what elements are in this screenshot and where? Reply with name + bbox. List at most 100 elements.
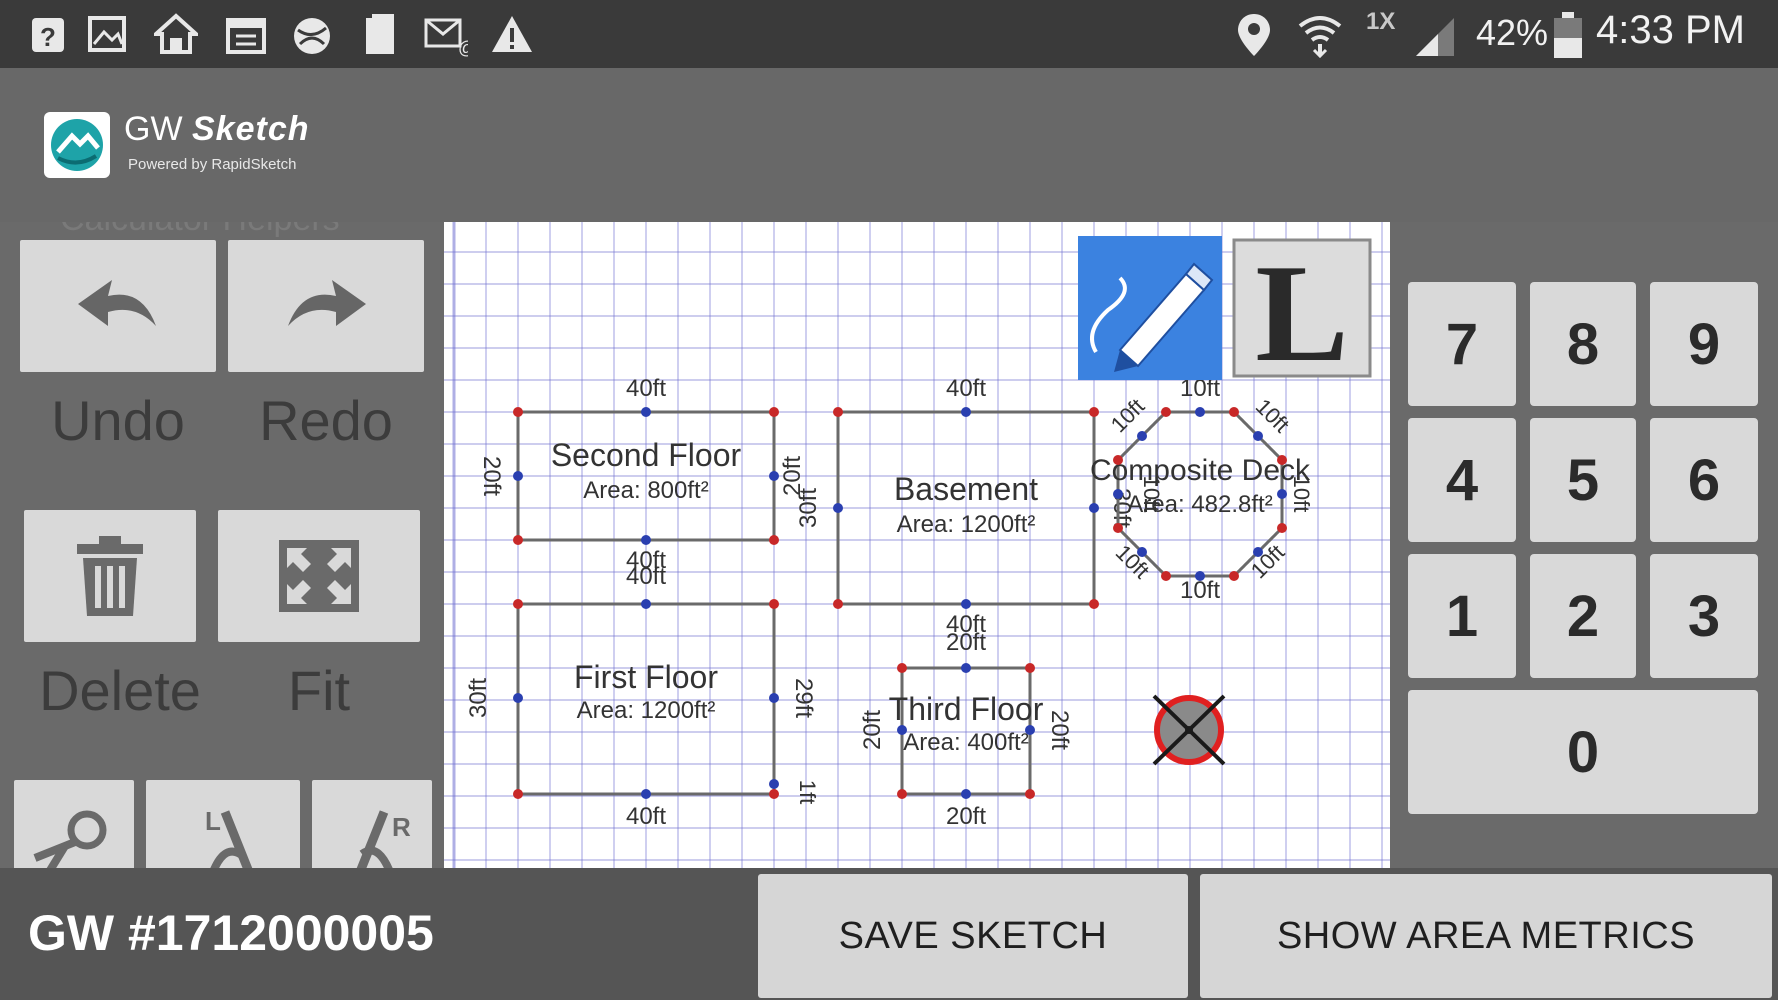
sketch-canvas[interactable]: Second Floor Area: 800ft² 40ft 20ft 20ft… — [444, 222, 1390, 868]
vertex-handle[interactable] — [1137, 431, 1147, 441]
delete-label: Delete — [39, 659, 201, 722]
vertex-handle[interactable] — [961, 599, 971, 609]
vertex-handle[interactable] — [833, 503, 843, 513]
vertex-handle[interactable] — [1195, 407, 1205, 417]
vertex-handle[interactable] — [1253, 547, 1263, 557]
vertex-handle[interactable] — [1277, 455, 1287, 465]
app-header: GW Sketch Powered by RapidSketch — [0, 68, 1778, 222]
status-bar: ? @ 1X 42% — [0, 0, 1778, 68]
key-3[interactable]: 3 — [1650, 554, 1758, 678]
dimension-top: 40ft — [626, 375, 666, 402]
key-0[interactable]: 0 — [1408, 690, 1758, 814]
vertex-handle[interactable] — [961, 789, 971, 799]
key-2[interactable]: 2 — [1530, 554, 1636, 678]
svg-text:@: @ — [458, 38, 468, 58]
line-shape-tool[interactable]: L — [1232, 236, 1372, 391]
vertex-handle[interactable] — [769, 789, 779, 799]
help-icon: ? — [26, 10, 70, 58]
room-area: Area: 1200ft² — [577, 697, 716, 724]
app-subtitle: Powered by RapidSketch — [128, 156, 297, 173]
dimension-right: 29ft — [790, 678, 817, 718]
vertex-handle[interactable] — [513, 535, 523, 545]
vertex-handle[interactable] — [1161, 407, 1171, 417]
vertex-handle[interactable] — [769, 779, 779, 789]
vertex-handle[interactable] — [897, 789, 907, 799]
vertex-handle[interactable] — [1195, 571, 1205, 581]
key-4[interactable]: 4 — [1408, 418, 1516, 542]
key-5[interactable]: 5 — [1530, 418, 1636, 542]
key-8[interactable]: 8 — [1530, 282, 1636, 406]
image-icon — [86, 10, 130, 58]
vertex-handle[interactable] — [833, 407, 843, 417]
vertex-handle[interactable] — [1089, 407, 1099, 417]
dimension-top-right: 10ft — [1251, 394, 1295, 438]
vertex-handle[interactable] — [641, 599, 651, 609]
vertex-handle[interactable] — [769, 471, 779, 481]
app-logo — [44, 112, 110, 178]
dimension-bottom: 10ft — [1180, 577, 1220, 604]
vertex-handle[interactable] — [1089, 599, 1099, 609]
right-angle-icon: R — [356, 810, 411, 868]
vertex-handle[interactable] — [641, 407, 651, 417]
vertex-handle[interactable] — [513, 407, 523, 417]
vertex-handle[interactable] — [769, 535, 779, 545]
tool-panel: Calculator Helpers Undo Redo Delete Fit … — [0, 222, 444, 868]
fit-label: Fit — [287, 659, 351, 722]
fit-button[interactable] — [218, 510, 420, 642]
vertex-handle[interactable] — [1025, 725, 1035, 735]
dimension-left: 30ft — [465, 678, 492, 718]
key-6[interactable]: 6 — [1650, 418, 1758, 542]
freehand-pencil-tool[interactable] — [1078, 236, 1222, 380]
key-7[interactable]: 7 — [1408, 282, 1516, 406]
vertex-handle[interactable] — [769, 599, 779, 609]
room-third-floor[interactable]: Third Floor Area: 400ft² 20ft 20ft 20ft … — [859, 629, 1073, 830]
circle-tool-button[interactable] — [14, 780, 134, 868]
vertex-handle[interactable] — [961, 407, 971, 417]
vertex-handle[interactable] — [641, 789, 651, 799]
vertex-handle[interactable] — [769, 693, 779, 703]
vertex-handle[interactable] — [1277, 523, 1287, 533]
vertex-handle[interactable] — [1229, 571, 1239, 581]
dimension-bottom: 40ft — [626, 803, 666, 830]
delete-button[interactable] — [24, 510, 196, 642]
vertex-handle[interactable] — [897, 663, 907, 673]
vertex-handle[interactable] — [1229, 407, 1239, 417]
vertex-handle[interactable] — [1113, 455, 1123, 465]
vertex-handle[interactable] — [641, 535, 651, 545]
numeric-keypad: 7 8 9 4 5 6 1 2 3 0 — [1390, 222, 1778, 868]
vertex-handle[interactable] — [1277, 489, 1287, 499]
vertex-handle[interactable] — [1253, 431, 1263, 441]
left-angle-button[interactable]: L — [146, 780, 300, 868]
vertex-handle[interactable] — [1137, 547, 1147, 557]
key-9[interactable]: 9 — [1650, 282, 1758, 406]
show-area-metrics-button[interactable]: SHOW AREA METRICS — [1200, 874, 1772, 998]
redo-button[interactable] — [228, 240, 424, 372]
save-sketch-button[interactable]: SAVE SKETCH — [758, 874, 1188, 998]
undo-button[interactable] — [20, 240, 216, 372]
vertex-handle[interactable] — [513, 471, 523, 481]
right-angle-button[interactable]: R — [312, 780, 432, 868]
vertex-handle[interactable] — [1113, 523, 1123, 533]
vertex-handle[interactable] — [1161, 571, 1171, 581]
room-second-floor[interactable]: Second Floor Area: 800ft² 40ft 20ft 20ft… — [478, 375, 806, 574]
undo-label: Undo — [51, 389, 185, 452]
vertex-handle[interactable] — [513, 599, 523, 609]
vertex-handle[interactable] — [769, 407, 779, 417]
vertex-handle[interactable] — [1113, 489, 1123, 499]
email-icon: @ — [424, 10, 476, 58]
vertex-handle[interactable] — [897, 725, 907, 735]
vertex-handle[interactable] — [513, 693, 523, 703]
vertex-handle[interactable] — [1089, 503, 1099, 513]
vertex-handle[interactable] — [961, 663, 971, 673]
vertex-handle[interactable] — [1025, 663, 1035, 673]
dimension-left: 20ft — [478, 456, 505, 496]
dimension-left: 10ft — [1139, 476, 1164, 513]
vertex-handle[interactable] — [1025, 789, 1035, 799]
crosshair-target-icon[interactable] — [1152, 694, 1226, 766]
dimension-left: 20ft — [859, 710, 886, 750]
dimension-bottom-left: 10ft — [1111, 540, 1155, 584]
vertex-handle[interactable] — [513, 789, 523, 799]
key-1[interactable]: 1 — [1408, 554, 1516, 678]
redo-icon — [288, 280, 366, 326]
vertex-handle[interactable] — [833, 599, 843, 609]
